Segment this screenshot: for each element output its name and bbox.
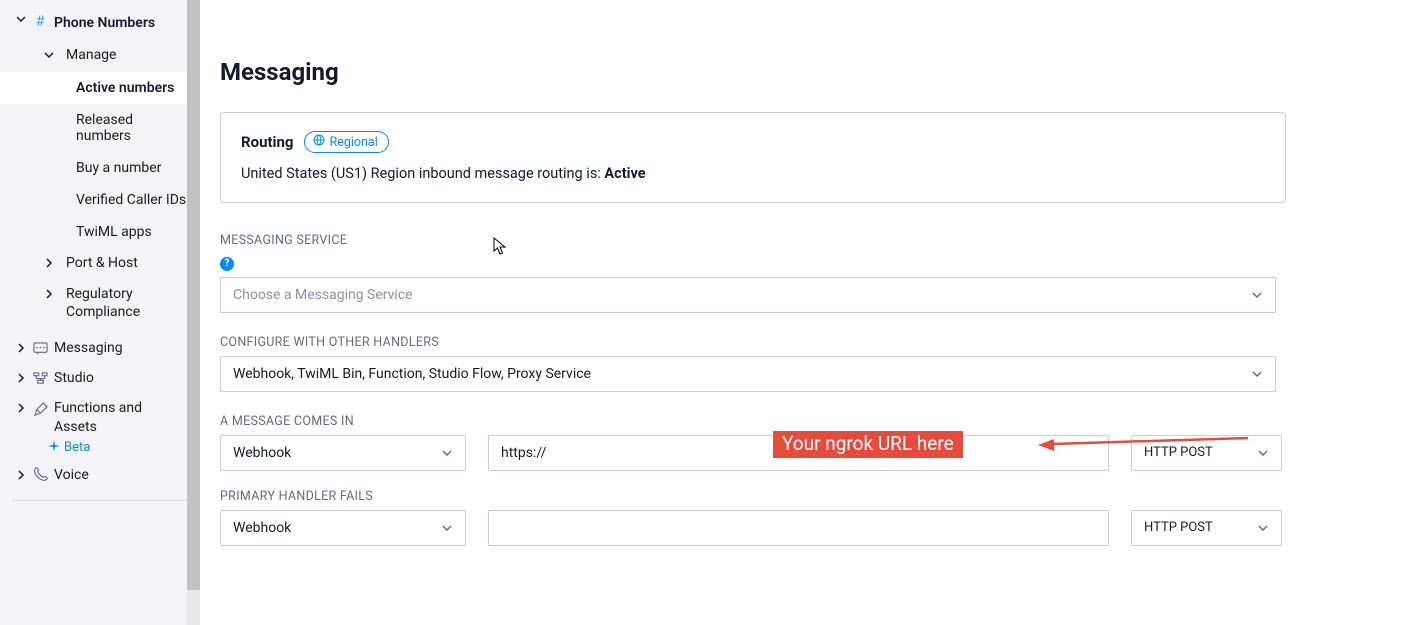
- chevron-right-icon: [16, 403, 26, 413]
- select-value: HTTP POST: [1144, 445, 1213, 460]
- sidebar-item-port-host[interactable]: Port & Host: [0, 248, 200, 278]
- sidebar-item-regulatory-compliance[interactable]: Regulatory Compliance: [0, 279, 200, 327]
- sparkle-icon: [48, 440, 60, 456]
- scrollbar-thumb[interactable]: [187, 0, 200, 590]
- select-value: Webhook: [233, 520, 291, 536]
- sidebar-item-voice[interactable]: Voice: [0, 460, 200, 490]
- regional-badge[interactable]: Regional: [304, 131, 389, 153]
- sidebar: # Phone Numbers Manage Active numbers Re…: [0, 0, 200, 625]
- routing-status: United States (US1) Region inbound messa…: [241, 165, 1265, 182]
- chevron-right-icon: [44, 289, 54, 299]
- sidebar-label: Messaging: [54, 339, 123, 357]
- sidebar-item-active-numbers[interactable]: Active numbers: [0, 72, 200, 104]
- sidebar-item-buy-a-number[interactable]: Buy a number: [0, 152, 200, 184]
- sidebar-label: Regulatory Compliance: [66, 285, 176, 321]
- messaging-icon: [32, 340, 48, 356]
- chevron-down-icon: [441, 522, 453, 534]
- configure-label: CONFIGURE WITH OTHER HANDLERS: [220, 335, 1402, 350]
- messaging-service-select[interactable]: Choose a Messaging Service: [220, 277, 1276, 313]
- sidebar-item-messaging[interactable]: Messaging: [0, 333, 200, 363]
- routing-title: Routing: [241, 133, 294, 151]
- fails-type-select[interactable]: Webhook: [220, 510, 466, 546]
- primary-fails-label: PRIMARY HANDLER FAILS: [220, 489, 1402, 504]
- chevron-down-icon: [1257, 522, 1269, 534]
- routing-status-value: Active: [604, 165, 645, 182]
- main-content: Messaging Routing Regional United States…: [200, 0, 1422, 625]
- sidebar-item-studio[interactable]: Studio: [0, 363, 200, 393]
- chevron-down-icon: [16, 14, 26, 24]
- routing-status-prefix: United States (US1) Region inbound messa…: [241, 165, 604, 182]
- studio-icon: [32, 370, 48, 386]
- message-comes-in-label: A MESSAGE COMES IN: [220, 414, 1402, 429]
- fails-url-input[interactable]: [488, 510, 1109, 546]
- fails-method-select[interactable]: HTTP POST: [1131, 510, 1282, 546]
- select-placeholder: Choose a Messaging Service: [233, 287, 413, 303]
- beta-badge: Beta: [0, 440, 200, 456]
- chevron-down-icon: [44, 50, 54, 60]
- chevron-right-icon: [16, 343, 26, 353]
- sidebar-item-functions-assets[interactable]: Functions and Assets: [0, 393, 200, 441]
- incoming-url-input[interactable]: [488, 435, 1109, 471]
- sidebar-item-released-numbers[interactable]: Released numbers: [0, 104, 200, 152]
- help-icon[interactable]: ?: [220, 257, 234, 271]
- messaging-service-label: MESSAGING SERVICE: [220, 233, 1402, 248]
- sidebar-item-phone-numbers[interactable]: # Phone Numbers: [0, 8, 200, 38]
- pencil-icon: [32, 401, 48, 417]
- select-value: Webhook, TwiML Bin, Function, Studio Flo…: [233, 366, 591, 382]
- sidebar-label: Studio: [54, 369, 94, 387]
- sidebar-label: Functions and Assets: [54, 399, 164, 435]
- sidebar-label: Phone Numbers: [54, 14, 155, 32]
- phone-icon: [32, 467, 48, 483]
- chevron-down-icon: [441, 447, 453, 459]
- incoming-method-select[interactable]: HTTP POST: [1131, 435, 1282, 471]
- incoming-type-select[interactable]: Webhook: [220, 435, 466, 471]
- chevron-down-icon: [1251, 289, 1263, 301]
- hash-icon: #: [32, 14, 48, 30]
- sidebar-label: Voice: [54, 466, 89, 484]
- select-value: HTTP POST: [1144, 520, 1213, 535]
- chevron-down-icon: [1251, 368, 1263, 380]
- chevron-right-icon: [16, 470, 26, 480]
- divider: [12, 500, 188, 501]
- beta-label: Beta: [64, 440, 90, 455]
- chevron-right-icon: [44, 258, 54, 268]
- regional-label: Regional: [330, 135, 378, 150]
- globe-icon: [313, 134, 325, 150]
- configure-select[interactable]: Webhook, TwiML Bin, Function, Studio Flo…: [220, 356, 1276, 392]
- sidebar-label: Manage: [66, 46, 116, 64]
- sidebar-item-verified-caller-ids[interactable]: Verified Caller IDs: [0, 184, 200, 216]
- chevron-down-icon: [1257, 447, 1269, 459]
- sidebar-item-manage[interactable]: Manage: [0, 38, 200, 72]
- sidebar-item-twiml-apps[interactable]: TwiML apps: [0, 216, 200, 248]
- sidebar-label: Port & Host: [66, 254, 138, 272]
- page-title: Messaging: [220, 58, 1402, 86]
- routing-card: Routing Regional United States (US1) Reg…: [220, 112, 1286, 203]
- chevron-right-icon: [16, 373, 26, 383]
- select-value: Webhook: [233, 445, 291, 461]
